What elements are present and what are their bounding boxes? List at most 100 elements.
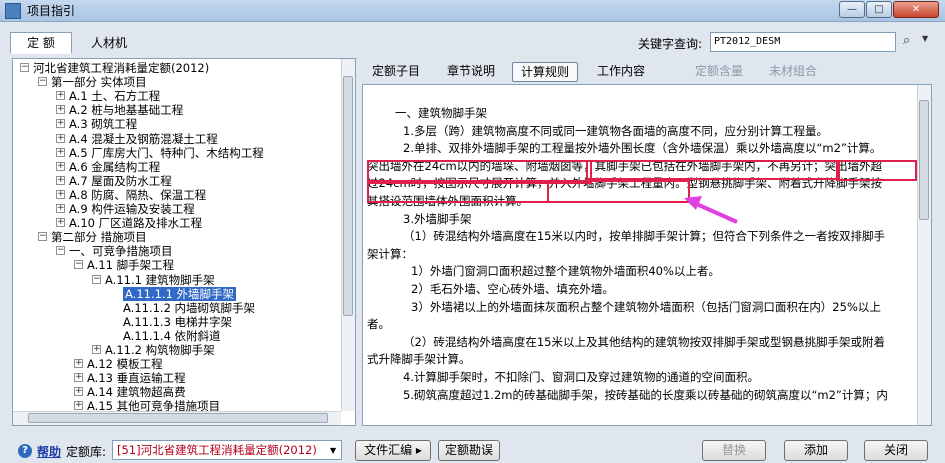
quota-library-select[interactable]: [51]河北省建筑工程消耗量定额(2012) xyxy=(112,440,342,460)
tree-node[interactable]: + A.12 模板工程 xyxy=(74,357,163,371)
doc-line: 式升降脚手架计算。 xyxy=(367,352,471,367)
window-title: 项目指引 xyxy=(27,4,76,18)
tree-node[interactable]: A.11.1.3 电梯井字架 xyxy=(123,315,232,329)
app-icon xyxy=(5,3,21,19)
tree-node[interactable]: − 河北省建筑工程消耗量定额(2012) xyxy=(20,61,210,75)
tab-calc-rules[interactable]: 计算规则 xyxy=(512,62,578,82)
tree-node-label: A.7 屋面及防水工程 xyxy=(69,173,172,188)
maximize-button[interactable]: □ xyxy=(866,1,892,18)
tree-node[interactable]: − A.11.1 建筑物脚手架 xyxy=(92,272,215,287)
tree-node[interactable]: + A.2 桩与地基基础工程 xyxy=(56,103,184,118)
tree-node[interactable]: + A.5 厂库房大门、特种门、木结构工程 xyxy=(56,146,264,160)
tree-node[interactable]: A.11.1.2 内墙砌筑脚手架 xyxy=(123,301,255,315)
tree-node[interactable]: + A.4 混凝土及钢筋混凝土工程 xyxy=(56,131,218,146)
collapse-icon[interactable]: − xyxy=(92,274,101,284)
tree-node[interactable]: A.11.1.4 依附斜道 xyxy=(123,329,221,343)
tree-node[interactable]: + A.6 金属结构工程 xyxy=(56,159,161,174)
arrow-annotation-icon xyxy=(684,196,738,224)
expand-icon[interactable]: + xyxy=(56,147,65,157)
expand-icon[interactable]: + xyxy=(74,387,83,397)
doc-line: 1.多层（跨）建筑物高度不同或同一建筑物各面墙的高度不同，应分别计算工程量。 xyxy=(403,123,828,138)
collapse-icon[interactable]: − xyxy=(56,246,65,256)
doc-line: 一、建筑物脚手架 xyxy=(395,106,487,120)
help-icon[interactable]: ? xyxy=(18,444,32,458)
doc-line: 4.计算脚手架时，不扣除门、窗洞口及穿过建筑物的通道的空间面积。 xyxy=(403,370,759,384)
tab-quota-content: 定额含量 xyxy=(694,64,743,78)
tree-horizontal-scroll-thumb[interactable] xyxy=(28,413,328,423)
tree-node-label: A.4 混凝土及钢筋混凝土工程 xyxy=(69,131,218,146)
tree-node[interactable]: + A.1 土、石方工程 xyxy=(56,89,160,103)
expand-icon[interactable]: + xyxy=(56,133,65,143)
expand-icon[interactable]: + xyxy=(56,218,65,228)
expand-icon[interactable]: + xyxy=(56,161,65,171)
expand-icon[interactable]: + xyxy=(56,91,65,101)
tree-node-label: A.6 金属结构工程 xyxy=(69,159,161,174)
tree-node[interactable]: + A.8 防腐、隔热、保温工程 xyxy=(56,188,206,202)
expand-icon[interactable]: + xyxy=(74,373,83,383)
tree-node[interactable]: + A.10 厂区道路及排水工程 xyxy=(56,216,203,231)
help-link[interactable]: 帮助 xyxy=(37,443,61,460)
keyword-label: 关键字查询: xyxy=(638,37,703,51)
close-button[interactable]: ✕ xyxy=(893,1,939,18)
close-dialog-button[interactable]: 关闭 xyxy=(864,440,928,461)
binoculars-search-icon[interactable]: ⌕ xyxy=(903,33,921,49)
add-button[interactable]: 添加 xyxy=(784,440,848,461)
tree-node[interactable]: − 一、可竞争措施项目 xyxy=(56,244,173,259)
errata-button[interactable]: 定额勘误 xyxy=(438,440,500,461)
document-compilation-button[interactable]: 文件汇编 ▸ xyxy=(355,440,431,461)
expand-icon[interactable]: + xyxy=(74,401,83,411)
tree-node-label: 第二部分 措施项目 xyxy=(51,230,147,245)
tree-node[interactable]: + A.3 砌筑工程 xyxy=(56,117,138,132)
tree-node[interactable]: − 第二部分 措施项目 xyxy=(38,230,147,245)
tab-quota-items[interactable]: 定额子目 xyxy=(366,62,426,82)
tree-node-label: A.9 构件运输及安装工程 xyxy=(69,202,195,216)
chevron-down-icon[interactable]: ▼ xyxy=(922,34,928,43)
tree-node-label: A.10 厂区道路及排水工程 xyxy=(69,216,203,231)
minimize-button[interactable]: — xyxy=(839,1,865,18)
doc-line: 3.外墙脚手架 xyxy=(403,211,472,226)
tab-chapter-notes[interactable]: 章节说明 xyxy=(440,62,502,82)
collapse-icon[interactable]: − xyxy=(38,232,47,242)
tree-node[interactable]: − 第一部分 实体项目 xyxy=(38,75,147,90)
expand-icon[interactable]: + xyxy=(56,204,65,213)
collapse-icon[interactable]: − xyxy=(20,63,29,72)
doc-line: 者。 xyxy=(367,317,390,332)
highlight-box xyxy=(367,180,549,203)
expand-icon[interactable]: + xyxy=(56,105,65,115)
tree-node-label: A.11.2 构筑物脚手架 xyxy=(105,343,215,357)
tree-node[interactable]: + A.14 建筑物超高费 xyxy=(74,385,186,400)
tab-rencaiji[interactable]: 人材机 xyxy=(78,32,140,54)
tree-node-label: A.11 脚手架工程 xyxy=(87,258,175,273)
tree-node-label: 河北省建筑工程消耗量定额(2012) xyxy=(33,61,210,75)
tree-node[interactable]: + A.7 屋面及防水工程 xyxy=(56,173,172,188)
tree-node-label: A.3 砌筑工程 xyxy=(69,117,138,132)
expand-icon[interactable]: + xyxy=(56,189,65,199)
rules-document: 一、建筑物脚手架 1.多层（跨）建筑物高度不同或同一建筑物各面墙的高度不同，应分别… xyxy=(362,84,932,426)
tree-node-label: A.14 建筑物超高费 xyxy=(87,385,186,400)
expand-icon[interactable]: + xyxy=(74,359,83,369)
tree-node[interactable]: + A.11.2 构筑物脚手架 xyxy=(92,343,215,357)
tree-node-label: 一、可竞争措施项目 xyxy=(69,244,173,259)
doc-line: 5.砌筑高度超过1.2m的砖基础脚手架，按砖基础的长度乘以砖基础的砌筑高度以“m… xyxy=(403,387,888,402)
collapse-icon[interactable]: − xyxy=(38,77,47,87)
tree-node[interactable]: + A.9 构件运输及安装工程 xyxy=(56,202,195,216)
tree-node[interactable]: + A.13 垂直运输工程 xyxy=(74,371,186,385)
tree-node-label: 第一部分 实体项目 xyxy=(51,75,147,90)
doc-vertical-scroll-thumb[interactable] xyxy=(919,100,929,220)
tree-node-label: A.11.1 建筑物脚手架 xyxy=(105,272,215,287)
keyword-input[interactable]: PT2012_DESM xyxy=(710,32,896,52)
chevron-down-icon[interactable]: ▼ xyxy=(330,446,336,455)
expand-icon[interactable]: + xyxy=(56,119,65,129)
doc-line: 2）毛石外墙、空心砖外墙、填充外墙。 xyxy=(411,282,614,296)
tree-node-label: A.2 桩与地基基础工程 xyxy=(69,103,184,118)
doc-line: 1）外墙门窗洞口面积超过整个建筑物外墙面积40%以上者。 xyxy=(411,264,720,279)
tab-dinge[interactable]: 定 额 xyxy=(10,32,72,54)
expand-icon[interactable]: + xyxy=(56,175,65,185)
tree-vertical-scroll-thumb[interactable] xyxy=(343,76,353,316)
collapse-icon[interactable]: − xyxy=(74,260,83,270)
tree-node[interactable]: − A.11 脚手架工程 xyxy=(74,258,175,273)
tab-work-content[interactable]: 工作内容 xyxy=(588,62,654,82)
doc-line: 架计算： xyxy=(367,246,413,261)
tree-node[interactable]: A.11.1.1 外墙脚手架 xyxy=(123,286,237,301)
expand-icon[interactable]: + xyxy=(92,345,101,354)
